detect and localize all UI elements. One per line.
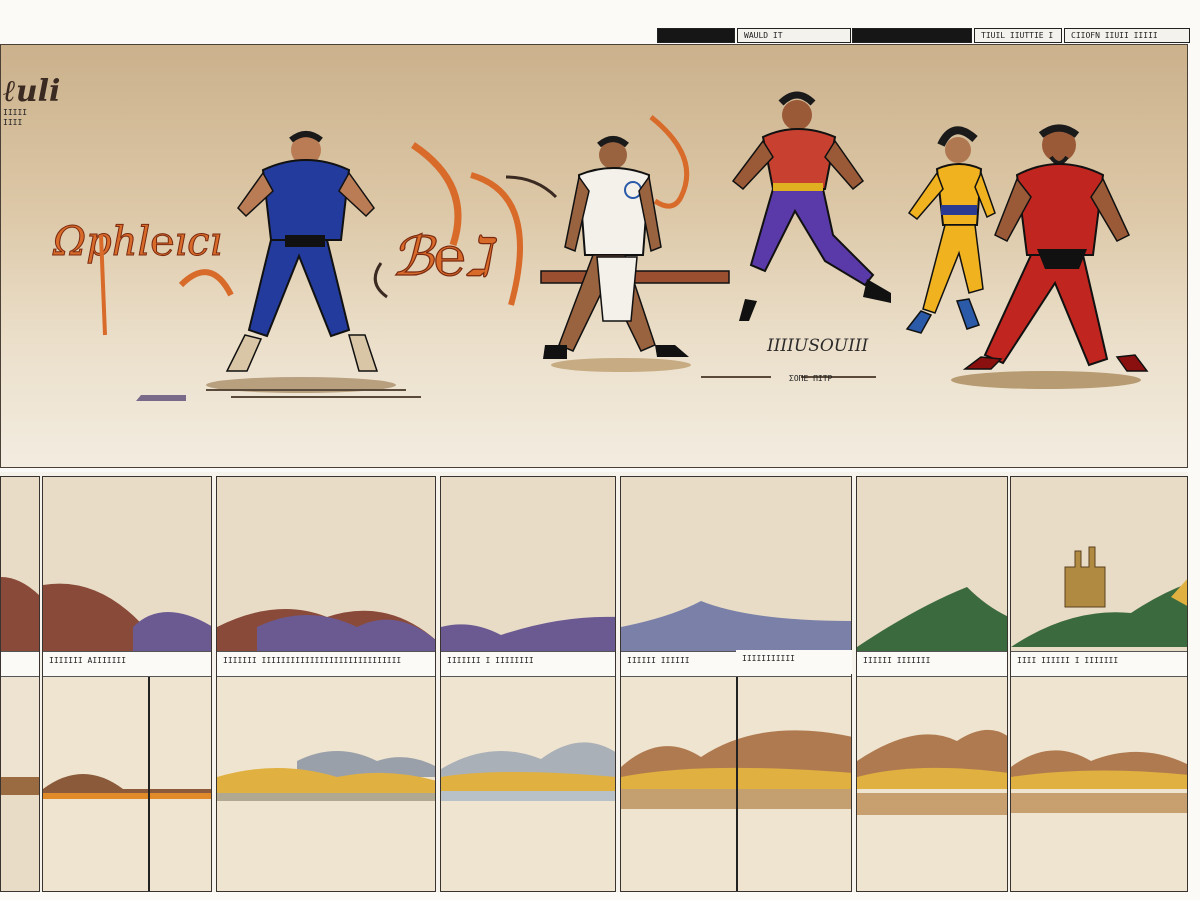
character-blue-strongman [225, 131, 379, 372]
storyboard-panel-1 [0, 476, 40, 892]
character-red-purple-strongman [731, 91, 891, 321]
top-box-4: TIUIL IIUTTIE I [974, 28, 1062, 43]
character-white-tunic-strongman [540, 136, 730, 359]
top-box-1 [657, 28, 735, 43]
panel-4-caption: IIIIIII I IIIIIIII [447, 656, 534, 665]
panel-6-caption: IIIIIIIIIII [742, 654, 795, 663]
storyboard-panel-8: IIII IIIIII I IIIIIII [1010, 476, 1188, 892]
character-lineup-art: ℓuli IIIII IIII Ωphl℮ıcı ℬ℮ℷ IIIIUSOUIII… [3, 74, 1149, 401]
top-box-2: WAULD IT [737, 28, 851, 43]
sound-effect-left: Ωphl℮ıcı [52, 219, 222, 265]
landscape-storyboard-strip: IIIIIII AIIIIIII IIIIIII IIIIIIIIIIIIIII… [0, 472, 1188, 892]
storyboard-panel-2: IIIIIII AIIIIIII [42, 476, 212, 892]
storyboard-panel-3: IIIIIII IIIIIIIIIIIIIIIIIIIIIIIIIIIII [216, 476, 436, 892]
top-box-5: CIIOFN IIUII IIIII [1064, 28, 1190, 43]
subcaption-right: ΣΟΠΕ ΠΙΤΡ [789, 374, 833, 383]
panel-5-caption: IIIIII IIIIII [627, 656, 690, 665]
caption-right: IIIIUSOUIII [766, 336, 869, 356]
sound-effect-center: ℬ℮ℷ [391, 225, 497, 288]
panel-8-caption: IIII IIIIII I IIIIIII [1017, 656, 1119, 665]
logo-script: ℓuli [3, 74, 60, 109]
storyboard-panel-5: IIIIII IIIIII [620, 476, 852, 892]
storyboard-panel-7: IIIIII IIIIIII [856, 476, 1008, 892]
character-lineup-banner: ℓuli IIIII IIII Ωphl℮ıcı ℬ℮ℷ IIIIUSOUIII… [0, 44, 1188, 468]
logo-small-text-1: IIIII [3, 108, 27, 117]
top-bar: WAULD IT TIUIL IIUTTIE I CIIOFN IIUII II… [0, 0, 1200, 44]
logo-small-text-2: IIII [3, 118, 22, 127]
storyboard-panel-4: IIIIIII I IIIIIIII [440, 476, 616, 892]
top-box-3 [852, 28, 972, 43]
character-red-strongman [962, 124, 1149, 372]
storyboard-panel-6: IIIIIIIIIII [736, 650, 852, 674]
panel-7-caption: IIIIII IIIIIII [863, 656, 931, 665]
character-yellow-heroine [905, 126, 996, 334]
panel-2-caption: IIIIIII AIIIIIII [49, 656, 127, 665]
panel-3-caption: IIIIIII IIIIIIIIIIIIIIIIIIIIIIIIIIIII [223, 656, 402, 665]
